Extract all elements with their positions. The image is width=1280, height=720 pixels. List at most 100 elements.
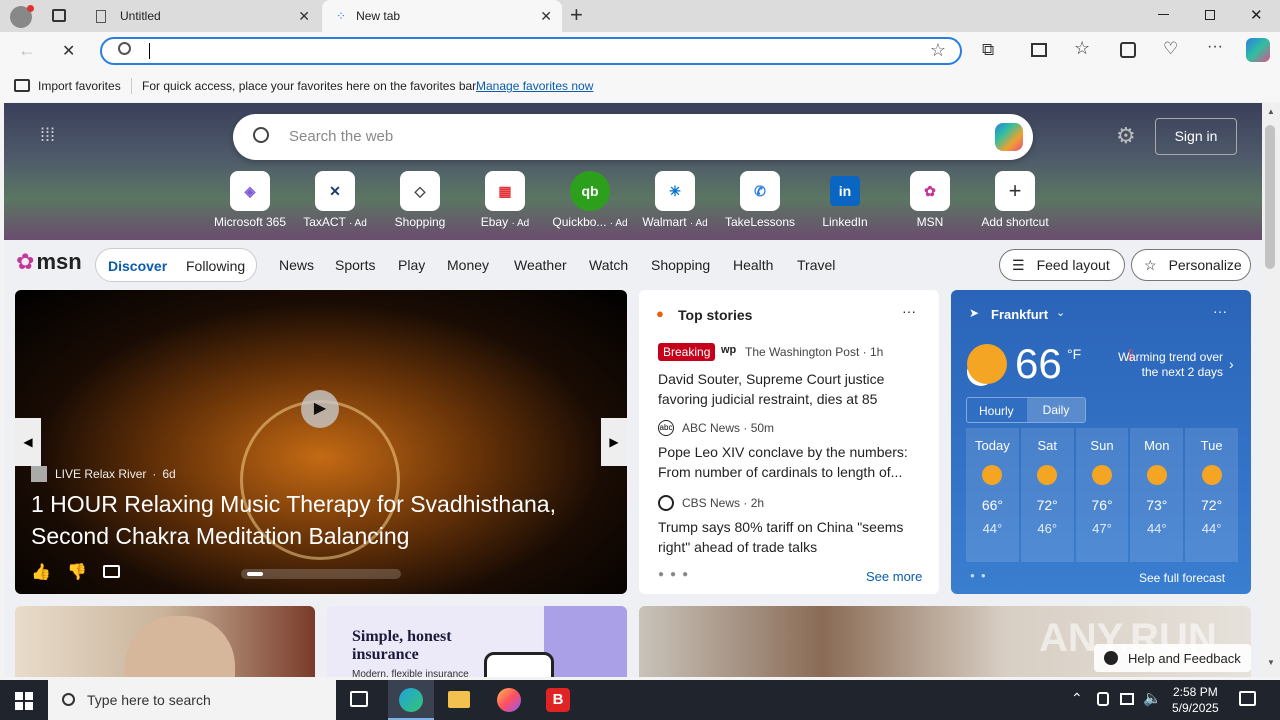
firefox-icon[interactable] [497, 688, 521, 712]
feed-layout-button[interactable]: ☰ Feed layout [999, 249, 1125, 281]
copilot-search-icon[interactable] [995, 123, 1023, 151]
shortcut-takelessons[interactable]: ✆ TakeLessons [718, 169, 802, 229]
minimize-icon[interactable] [1158, 14, 1169, 15]
restore-icon[interactable] [1205, 10, 1215, 20]
play-button[interactable]: ▶ [301, 390, 339, 428]
apps-grid-icon[interactable]: ⁞⁞⁞ [40, 125, 55, 146]
web-search-box[interactable]: Search the web [233, 114, 1033, 160]
like-icon[interactable]: 👍 [31, 562, 51, 582]
tab-new-tab[interactable]: ⁘ New tab ✕ [322, 0, 562, 32]
add-shortcut-button[interactable]: + Add shortcut [973, 169, 1057, 229]
more-options-icon[interactable]: ··· [902, 303, 916, 319]
volume-icon[interactable]: 🔈 [1143, 689, 1162, 707]
close-tab-icon[interactable]: ✕ [298, 8, 310, 25]
favorites-icon[interactable]: ☆ [1074, 38, 1090, 59]
see-full-forecast-link[interactable]: See full forecast [1139, 571, 1225, 585]
app-b-icon[interactable]: B [546, 688, 570, 712]
close-tab-icon[interactable]: ✕ [540, 8, 552, 25]
shortcut-ebay[interactable]: ▦ Ebay · Ad [463, 169, 547, 229]
file-explorer-icon[interactable] [448, 691, 470, 708]
extensions-icon[interactable]: ⧉ [982, 40, 994, 60]
split-screen-icon[interactable] [1031, 43, 1047, 57]
hero-title[interactable]: 1 HOUR Relaxing Music Therapy for Svadhi… [31, 488, 611, 552]
forecast-day[interactable]: Sun 76° 47° [1075, 428, 1129, 562]
nav-news[interactable]: News [279, 257, 314, 273]
import-favorites-button[interactable]: Import favorites [38, 79, 121, 93]
security-tray-icon[interactable] [1097, 692, 1109, 706]
browser-essentials-icon[interactable]: ♡ [1163, 39, 1178, 59]
nav-watch[interactable]: Watch [589, 257, 628, 273]
tab-discover[interactable]: Discover [108, 258, 167, 274]
nav-weather[interactable]: Weather [514, 257, 567, 273]
shortcut-linkedin[interactable]: in LinkedIn [803, 169, 887, 229]
chevron-right-icon[interactable]: › [1229, 356, 1234, 372]
windows-start-icon[interactable] [15, 692, 33, 710]
settings-gear-icon[interactable]: ⚙ [1116, 123, 1136, 149]
close-window-icon[interactable]: ✕ [1250, 6, 1263, 24]
scroll-down-icon[interactable]: ▼ [1267, 658, 1275, 667]
taskbar-search-box[interactable]: Type here to search [48, 680, 336, 720]
carousel-prev-button[interactable]: ◀ [15, 418, 41, 466]
shortcut-msn[interactable]: ✿ MSN [888, 169, 972, 229]
nav-travel[interactable]: Travel [797, 257, 835, 273]
more-options-icon[interactable]: ··· [1213, 303, 1227, 319]
collections-icon[interactable] [1120, 42, 1136, 58]
news-photo-card[interactable] [15, 606, 315, 677]
profile-icon[interactable] [10, 5, 34, 28]
nav-health[interactable]: Health [733, 257, 773, 273]
shortcut-microsoft-365[interactable]: ◈ Microsoft 365 [208, 169, 292, 229]
clock-date[interactable]: 5/9/2025 [1172, 701, 1219, 715]
help-feedback-button[interactable]: Help and Feedback [1094, 644, 1251, 672]
clock-time[interactable]: 2:58 PM [1173, 685, 1218, 699]
copilot-icon[interactable] [1246, 38, 1270, 62]
manage-favorites-link[interactable]: Manage favorites now [476, 79, 593, 93]
chevron-up-icon[interactable]: ⌃ [1071, 690, 1083, 707]
story-headline[interactable]: David Souter, Supreme Court justice favo… [658, 369, 928, 409]
see-more-link[interactable]: See more [866, 569, 922, 584]
sign-in-button[interactable]: Sign in [1155, 118, 1237, 155]
scroll-up-icon[interactable]: ▲ [1267, 107, 1275, 116]
nav-play[interactable]: Play [398, 257, 425, 273]
weather-city[interactable]: Frankfurt [991, 307, 1048, 322]
task-view-icon[interactable] [350, 691, 368, 707]
scroll-thumb[interactable] [1265, 125, 1275, 269]
vertical-scrollbar[interactable]: ▲ ▼ [1262, 103, 1280, 677]
personalize-button[interactable]: ☆ Personalize [1131, 249, 1251, 281]
insurance-ad-card[interactable]: Simple, honest insurance Modern, flexibl… [327, 606, 627, 677]
forecast-day[interactable]: Mon 73° 44° [1130, 428, 1184, 562]
back-icon[interactable]: ← [18, 40, 36, 61]
more-menu-icon[interactable]: ··· [1207, 38, 1223, 56]
shortcut-walmart[interactable]: ✳ Walmart · Ad [633, 169, 717, 229]
tab-untitled[interactable]: Untitled ✕ [84, 0, 320, 32]
tab-hourly[interactable]: Hourly [979, 404, 1014, 418]
nav-sports[interactable]: Sports [335, 257, 375, 273]
story-headline[interactable]: Pope Leo XIV conclave by the numbers: Fr… [658, 442, 928, 482]
nav-shopping[interactable]: Shopping [651, 257, 710, 273]
address-bar[interactable]: ☆ [100, 37, 962, 65]
tab-daily[interactable]: Daily [1027, 398, 1085, 422]
shortcut-shopping[interactable]: ◇ Shopping [378, 169, 462, 229]
forecast-day[interactable]: Today 66° 44° [966, 428, 1019, 562]
comment-icon[interactable] [103, 565, 120, 578]
video-hero-card[interactable]: ▶ ◀ ▶ LIVE Relax River · 6d 1 HOUR Relax… [15, 290, 627, 594]
edge-taskbar-icon[interactable] [388, 680, 434, 720]
stop-icon[interactable]: ✕ [62, 41, 75, 61]
new-tab-icon[interactable]: + [570, 2, 583, 28]
tab-following[interactable]: Following [186, 258, 245, 274]
nav-money[interactable]: Money [447, 257, 489, 273]
network-icon[interactable] [1120, 693, 1134, 705]
forecast-day[interactable]: Sat 72° 46° [1020, 428, 1074, 562]
shortcut-taxact[interactable]: ✕ TaxACT · Ad [293, 169, 377, 229]
msn-logo[interactable]: ✿ msn [16, 249, 82, 275]
favorite-star-icon[interactable]: ☆ [930, 40, 946, 61]
tab-actions-icon[interactable] [52, 9, 66, 22]
weather-trend[interactable]: Warming trend over the next 2 days [1111, 350, 1223, 380]
story-headline[interactable]: Trump says 80% tariff on China "seems ri… [658, 517, 928, 557]
carousel-next-button[interactable]: ▶ [601, 418, 627, 466]
dislike-icon[interactable]: 👎 [67, 562, 87, 582]
notifications-icon[interactable] [1239, 691, 1256, 706]
chevron-down-icon[interactable]: ⌄ [1056, 306, 1065, 319]
forecast-day[interactable]: Tue 72° 44° [1185, 428, 1238, 562]
photo-story-card[interactable]: ANY.RUN Help and Feedback [639, 606, 1251, 677]
shortcut-quickbooks[interactable]: qb Quickbo... · Ad [548, 169, 632, 229]
